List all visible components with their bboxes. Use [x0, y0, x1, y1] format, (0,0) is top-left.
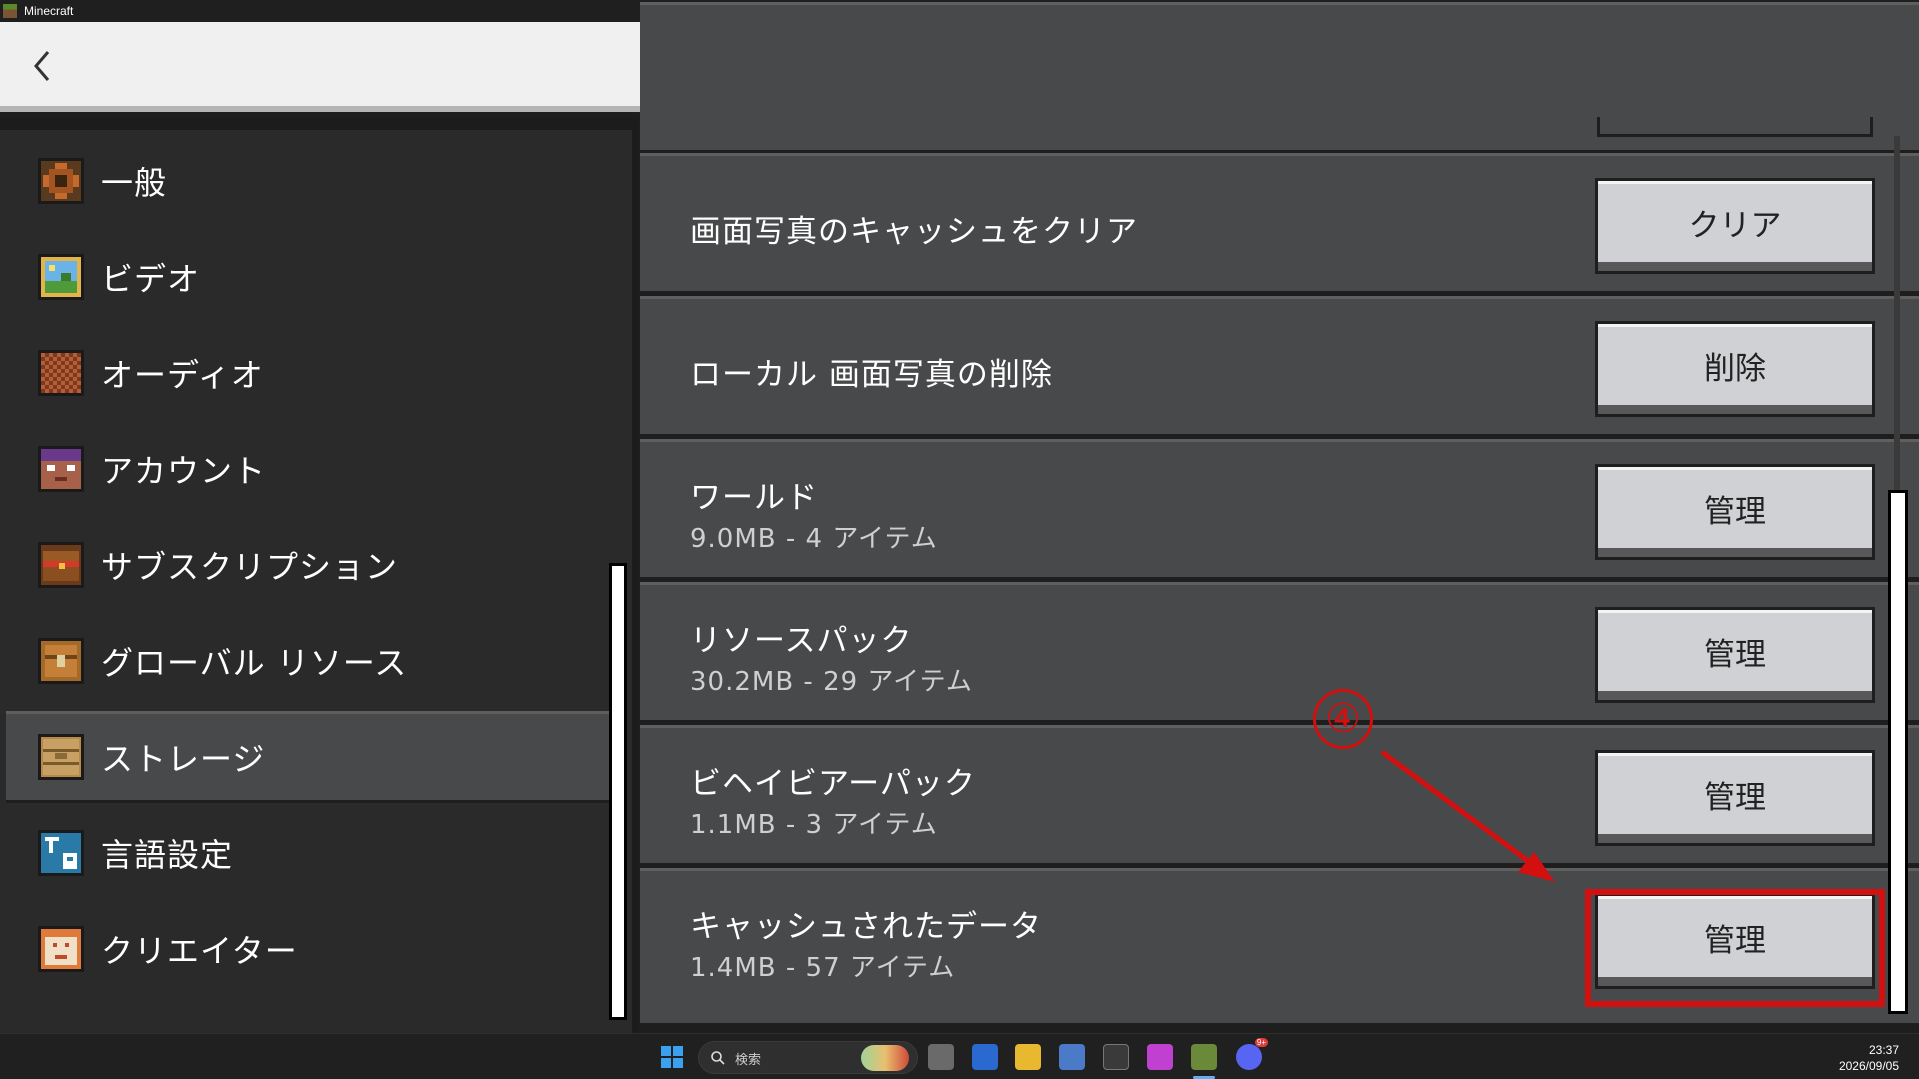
phpstorm-icon[interactable] — [1147, 1044, 1173, 1070]
terminal-icon[interactable] — [1103, 1044, 1129, 1070]
windows-taskbar: 検索 9+ 23:37 2026/09/05 — [0, 1033, 1919, 1079]
clock-date: 2026/09/05 — [1838, 1059, 1899, 1073]
store-icon[interactable] — [972, 1044, 998, 1070]
search-icon — [711, 1051, 725, 1065]
clock-time: 23:37 — [1868, 1043, 1899, 1057]
notification-badge: 9+ — [1254, 1038, 1268, 1047]
snipping-tool-icon[interactable] — [1059, 1044, 1085, 1070]
minecraft-taskbar-icon[interactable] — [1191, 1044, 1217, 1070]
taskbar-search-input[interactable]: 検索 — [698, 1041, 918, 1074]
taskbar-clock[interactable]: 23:37 2026/09/05 — [1839, 1042, 1899, 1074]
search-highlight-icon — [861, 1045, 909, 1071]
file-explorer-icon[interactable] — [1015, 1044, 1041, 1070]
windows-start-icon[interactable] — [659, 1044, 685, 1070]
highlight-box — [1585, 889, 1885, 1007]
task-view-icon[interactable] — [928, 1044, 954, 1070]
discord-icon[interactable]: 9+ — [1236, 1038, 1268, 1070]
search-placeholder: 検索 — [735, 1053, 762, 1068]
